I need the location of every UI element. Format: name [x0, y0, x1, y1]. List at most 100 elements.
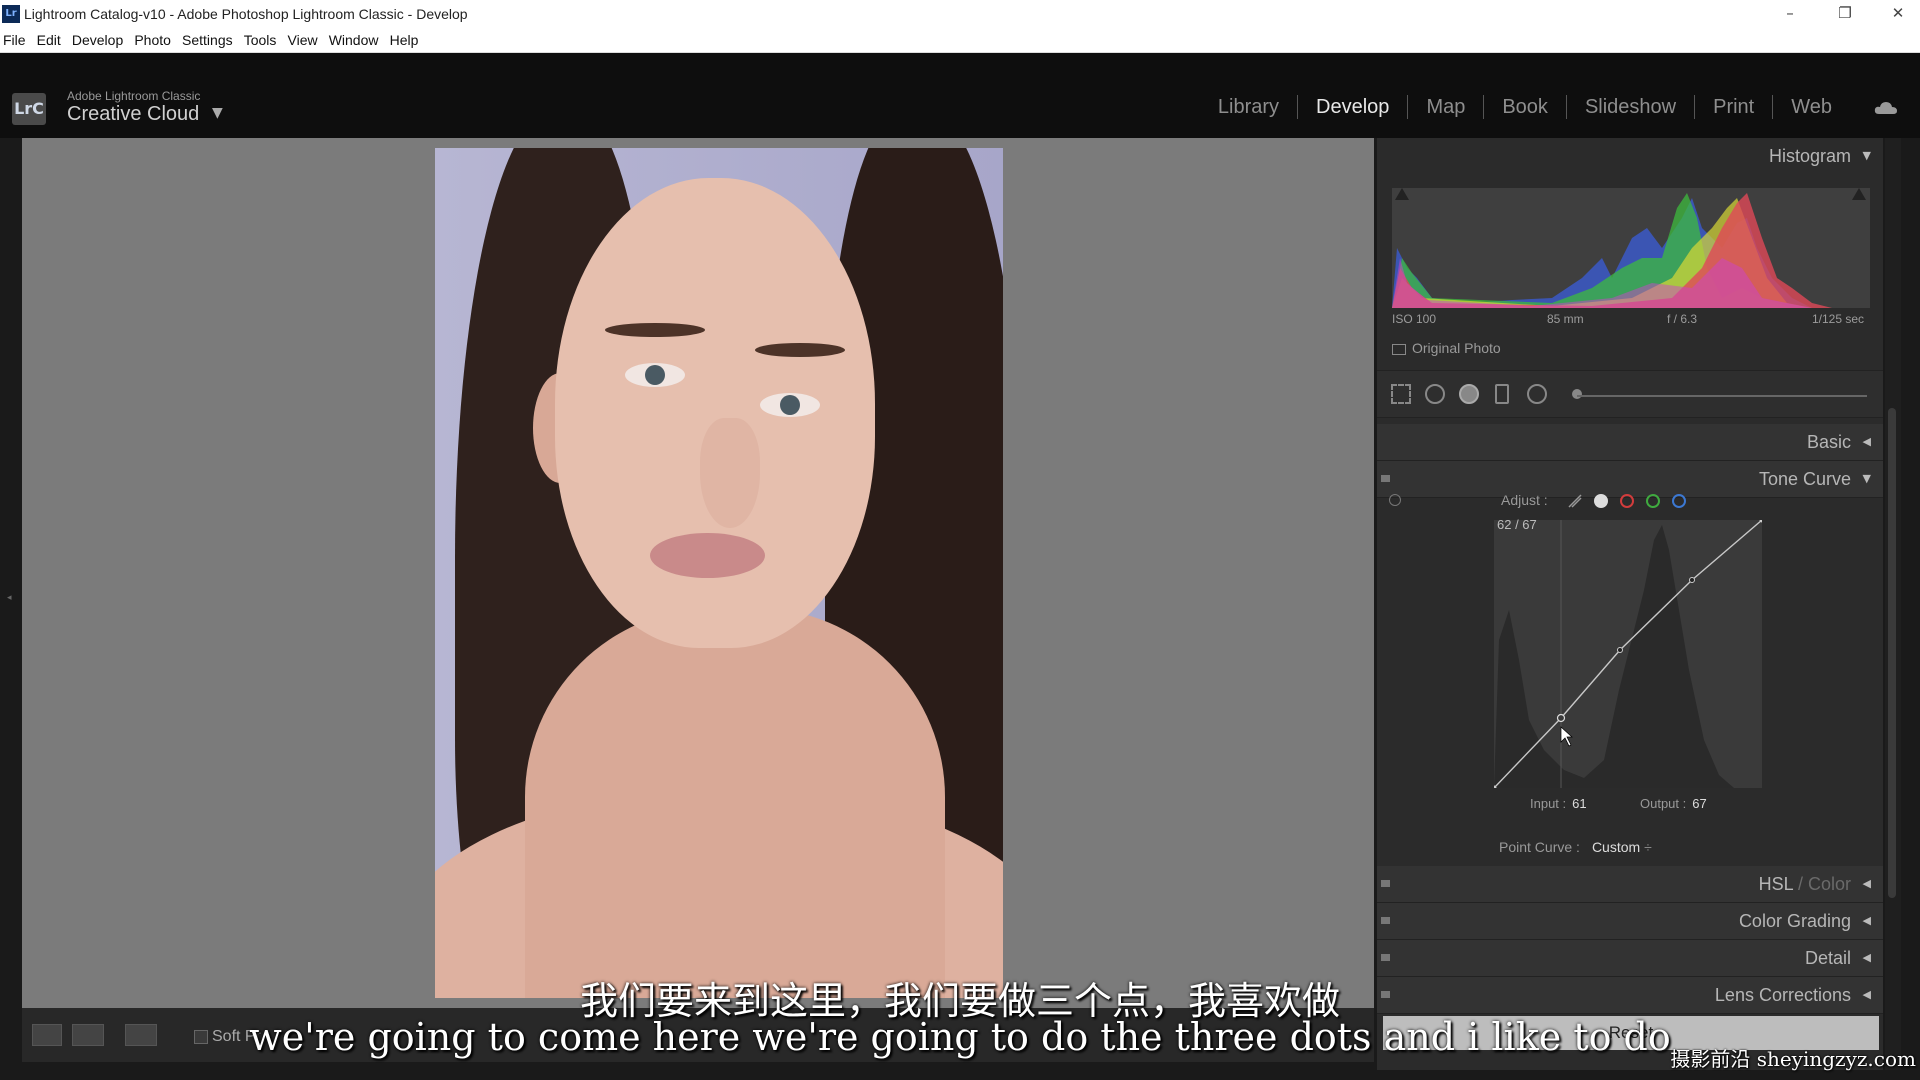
original-photo-label: Original Photo — [1412, 340, 1501, 356]
module-develop[interactable]: Develop — [1298, 95, 1409, 119]
menu-develop[interactable]: Develop — [72, 30, 123, 50]
module-web[interactable]: Web — [1773, 95, 1850, 119]
expand-left-panel-icon[interactable]: ◂ — [7, 593, 12, 603]
identity-plate[interactable]: Creative Cloud — [67, 103, 199, 126]
detail-label: Detail — [1804, 948, 1851, 968]
menu-help[interactable]: Help — [390, 30, 419, 50]
blue-channel-icon[interactable] — [1672, 493, 1687, 508]
histogram-title: Histogram — [1768, 146, 1851, 166]
panel-toggle-switch[interactable] — [1381, 954, 1390, 961]
menu-edit[interactable]: Edit — [37, 30, 61, 50]
output-readout: Output : 67 — [1640, 796, 1707, 811]
original-photo-checkbox[interactable] — [1392, 343, 1406, 355]
color-grading-header[interactable]: Color Grading ◀ — [1377, 903, 1883, 940]
radial-filter-icon[interactable] — [1527, 384, 1547, 404]
green-channel-icon[interactable] — [1646, 493, 1661, 508]
red-eye-icon[interactable] — [1459, 384, 1479, 404]
shutter-value: 1/125 sec — [1812, 312, 1865, 326]
develop-tool-strip — [1377, 370, 1883, 418]
left-panel-collapsed[interactable]: ◂ — [0, 138, 22, 1070]
photo-brow-left — [605, 323, 705, 337]
menu-file[interactable]: File — [3, 30, 26, 50]
photo-lips — [650, 533, 765, 578]
basic-label: Basic — [1806, 432, 1851, 452]
photo-eye-left — [625, 363, 685, 387]
crop-tool-icon[interactable] — [1391, 384, 1411, 404]
cloud-sync-icon[interactable] — [1874, 100, 1898, 114]
menu-bar: File Edit Develop Photo Settings Tools V… — [0, 30, 1920, 53]
histogram[interactable] — [1392, 188, 1870, 308]
tone-curve-label: Tone Curve — [1758, 469, 1851, 489]
expand-triangle-icon[interactable]: ◀ — [1863, 914, 1871, 927]
menu-window[interactable]: Window — [329, 30, 379, 50]
loupe-view[interactable] — [22, 138, 1374, 1008]
collapse-triangle-icon[interactable]: ▼ — [1863, 472, 1871, 485]
histogram-header[interactable]: Histogram ▼ — [1377, 138, 1883, 174]
right-panel-edge[interactable] — [1901, 138, 1920, 1070]
iso-value: ISO 100 — [1392, 312, 1437, 326]
hsl-tab[interactable]: HSL — [1759, 874, 1793, 894]
point-curve-selector[interactable]: Point Curve : Custom ÷ — [1499, 839, 1652, 855]
input-label: Input : — [1530, 796, 1567, 811]
right-panel: Histogram ▼ ISO 100 85 mm f / 6.3 1/125 … — [1377, 138, 1883, 1070]
expand-triangle-icon[interactable]: ◀ — [1863, 951, 1871, 964]
photo-brow-right — [755, 343, 845, 357]
module-map[interactable]: Map — [1408, 95, 1485, 119]
restore-button[interactable]: ❐ — [1825, 4, 1865, 22]
output-label: Output : — [1640, 796, 1687, 811]
chevron-down-icon[interactable]: ▼ — [212, 105, 223, 121]
window-title-bar: Lr Lightroom Catalog-v10 - Adobe Photosh… — [0, 0, 1920, 30]
curve-readout: 62 / 67 — [1497, 517, 1537, 532]
panel-toggle-switch[interactable] — [1381, 475, 1390, 482]
subtitle-english: we're going to come here we're going to … — [249, 1015, 1671, 1059]
module-slideshow[interactable]: Slideshow — [1567, 95, 1696, 119]
watermark: 摄影前沿 sheyingzyz.com — [1670, 1047, 1916, 1071]
original-photo-toggle[interactable]: Original Photo — [1392, 340, 1501, 356]
output-value: 67 — [1692, 796, 1707, 811]
aperture-value: f / 6.3 — [1667, 312, 1698, 326]
targeted-adjustment-icon[interactable] — [1389, 494, 1401, 506]
point-curve-caret-icon[interactable]: ÷ — [1644, 839, 1652, 855]
close-button[interactable]: ✕ — [1878, 4, 1918, 22]
spot-removal-icon[interactable] — [1425, 384, 1445, 404]
photo-iris-left — [645, 365, 665, 385]
input-value: 61 — [1572, 796, 1587, 811]
hsl-color-header[interactable]: HSL / Color ◀ — [1377, 866, 1883, 903]
panel-toggle-switch[interactable] — [1381, 917, 1390, 924]
collapse-triangle-icon[interactable]: ▼ — [1863, 149, 1871, 162]
brush-slider-knob[interactable] — [1572, 389, 1582, 399]
point-curve-value[interactable]: Custom — [1592, 839, 1640, 855]
expand-triangle-icon[interactable]: ◀ — [1863, 435, 1871, 448]
minimize-button[interactable]: – — [1770, 4, 1810, 22]
color-tab[interactable]: Color — [1808, 874, 1851, 894]
graduated-filter-icon[interactable] — [1495, 384, 1509, 404]
photo-iris-right — [780, 395, 800, 415]
module-print[interactable]: Print — [1695, 95, 1774, 119]
lightroom-app-icon: Lr — [2, 5, 20, 23]
menu-view[interactable]: View — [288, 30, 318, 50]
tone-curve-graph[interactable] — [1491, 517, 1765, 791]
red-channel-icon[interactable] — [1620, 493, 1635, 508]
menu-tools[interactable]: Tools — [244, 30, 277, 50]
menu-photo[interactable]: Photo — [134, 30, 171, 50]
expand-triangle-icon[interactable]: ◀ — [1863, 877, 1871, 890]
focal-length-value: 85 mm — [1547, 312, 1584, 326]
brush-slider-track[interactable] — [1577, 395, 1867, 397]
photo-eye-right — [760, 393, 820, 417]
panel-toggle-switch[interactable] — [1381, 880, 1390, 887]
module-picker-bar: LrC Adobe Lightroom Classic Creative Clo… — [0, 53, 1920, 138]
curve-channel-selector — [1567, 490, 1693, 509]
right-panel-scrollbar[interactable] — [1885, 138, 1901, 1070]
scrollbar-thumb[interactable] — [1888, 408, 1896, 898]
photo-neck — [525, 608, 945, 998]
adjust-label: Adjust : — [1501, 492, 1548, 508]
portrait-photo[interactable] — [435, 148, 1003, 998]
basic-panel-header[interactable]: Basic ◀ — [1377, 424, 1883, 461]
menu-settings[interactable]: Settings — [182, 30, 233, 50]
rgb-channel-icon[interactable] — [1594, 493, 1609, 508]
hsl-separator: / — [1792, 874, 1808, 894]
module-library[interactable]: Library — [1200, 95, 1299, 119]
parametric-curve-icon[interactable] — [1567, 493, 1583, 509]
color-grading-label: Color Grading — [1738, 911, 1851, 931]
module-book[interactable]: Book — [1484, 95, 1567, 119]
